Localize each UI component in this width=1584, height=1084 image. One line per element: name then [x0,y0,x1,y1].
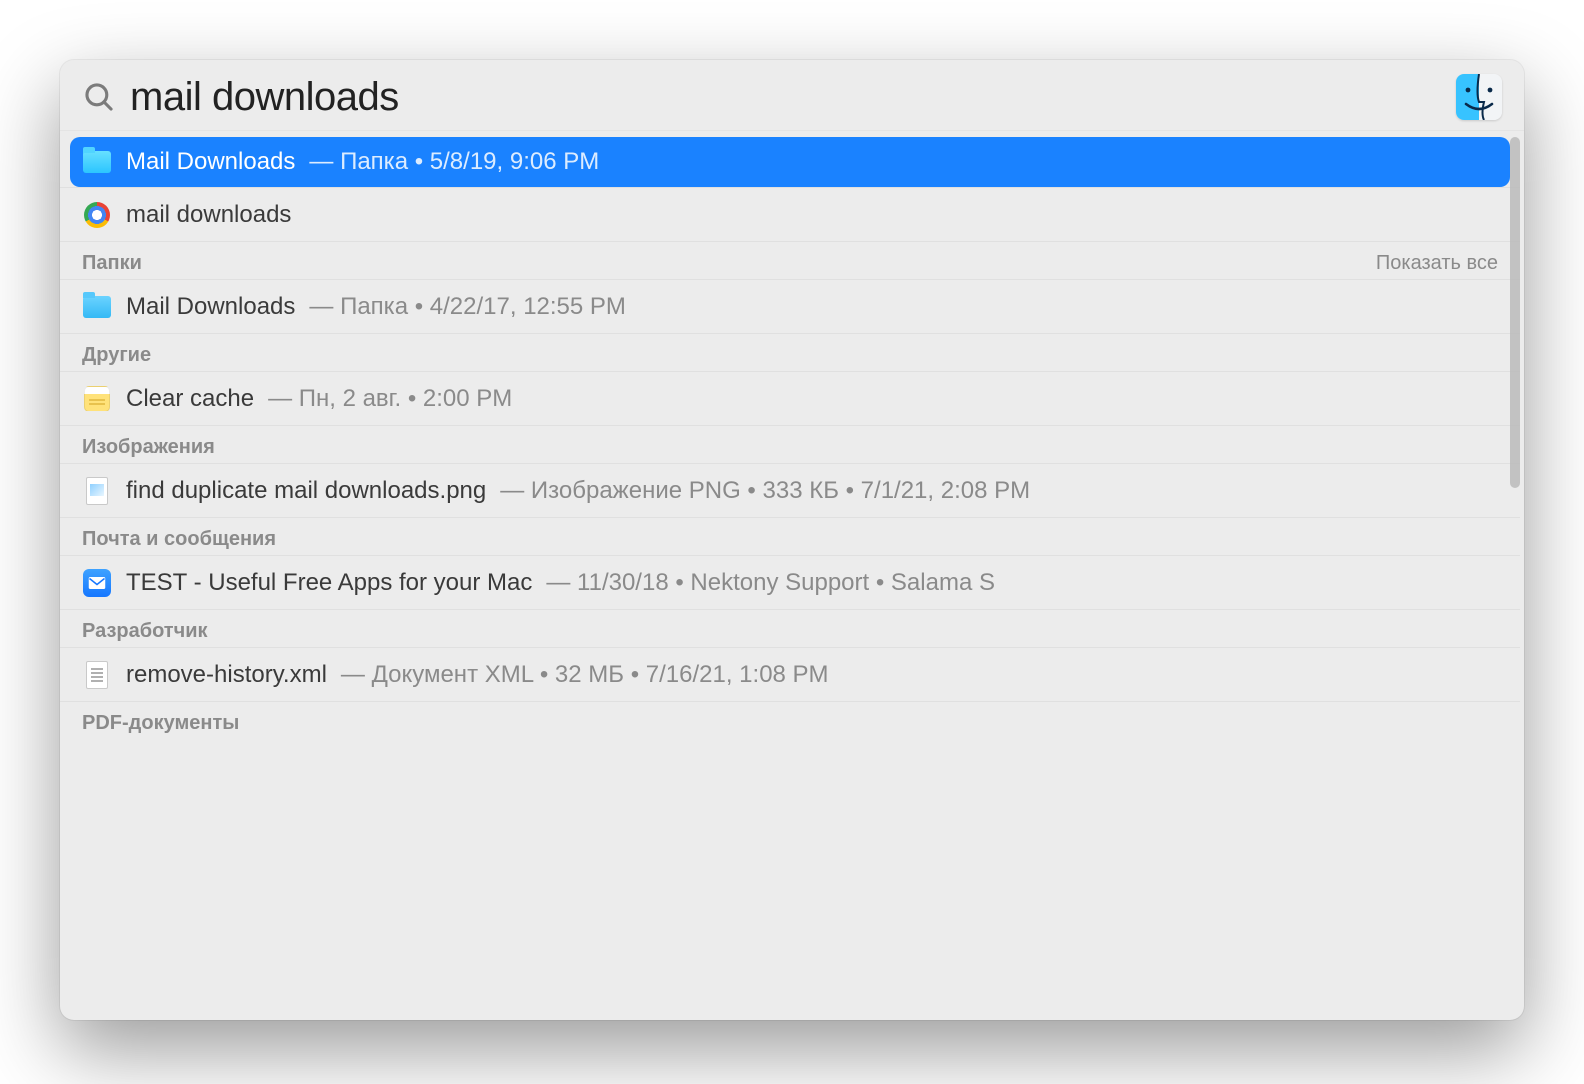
section-header-folders: Папки Показать все [60,241,1520,279]
section-header-mail: Почта и сообщения [60,517,1520,555]
section-title: Разработчик [82,620,208,643]
section-header-pdf: PDF-документы [60,701,1520,739]
notes-icon [82,384,112,414]
result-title: Mail Downloads [126,148,295,176]
section-header-developer: Разработчик [60,609,1520,647]
result-meta: — Изображение PNG • 333 КБ • 7/1/21, 2:0… [500,477,1030,505]
search-input[interactable] [130,75,1442,120]
spotlight-window: Mail Downloads — Папка • 5/8/19, 9:06 PM… [60,60,1524,1020]
folder-icon [82,147,112,177]
document-icon [82,660,112,690]
result-image[interactable]: find duplicate mail downloads.png — Изоб… [60,463,1520,517]
result-meta: — 11/30/18 • Nektony Support • Salama S [546,569,995,597]
section-title: Другие [82,344,151,367]
scrollbar-thumb[interactable] [1510,137,1520,488]
section-header-other: Другие [60,333,1520,371]
mail-icon [82,568,112,598]
search-row [60,60,1524,130]
section-title: Папки [82,252,142,275]
result-title: find duplicate mail downloads.png [126,477,486,505]
chrome-icon [82,200,112,230]
scrollbar[interactable] [1510,137,1520,1014]
result-mail[interactable]: TEST - Useful Free Apps for your Mac — 1… [60,555,1520,609]
result-title: Clear cache [126,385,254,413]
result-title: Mail Downloads [126,293,295,321]
result-meta: — Папка • 4/22/17, 12:55 PM [309,293,626,321]
result-web[interactable]: mail downloads [60,187,1520,241]
result-xml[interactable]: remove-history.xml — Документ XML • 32 М… [60,647,1520,701]
section-title: PDF-документы [82,712,239,735]
section-title: Изображения [82,436,215,459]
result-title: TEST - Useful Free Apps for your Mac [126,569,532,597]
finder-icon [1456,74,1502,120]
folder-icon [82,292,112,322]
section-header-images: Изображения [60,425,1520,463]
result-title: remove-history.xml [126,661,327,689]
search-icon [82,80,116,114]
show-all-link[interactable]: Показать все [1376,252,1498,275]
result-meta: — Пн, 2 авг. • 2:00 PM [268,385,512,413]
image-file-icon [82,476,112,506]
result-top-hit[interactable]: Mail Downloads — Папка • 5/8/19, 9:06 PM [70,137,1510,187]
result-title: mail downloads [126,201,291,229]
result-note[interactable]: Clear cache — Пн, 2 авг. • 2:00 PM [60,371,1520,425]
section-title: Почта и сообщения [82,528,276,551]
results-area: Mail Downloads — Папка • 5/8/19, 9:06 PM… [60,130,1524,1020]
result-meta: — Папка • 5/8/19, 9:06 PM [309,148,599,176]
result-meta: — Документ XML • 32 МБ • 7/16/21, 1:08 P… [341,661,829,689]
result-folder[interactable]: Mail Downloads — Папка • 4/22/17, 12:55 … [60,279,1520,333]
